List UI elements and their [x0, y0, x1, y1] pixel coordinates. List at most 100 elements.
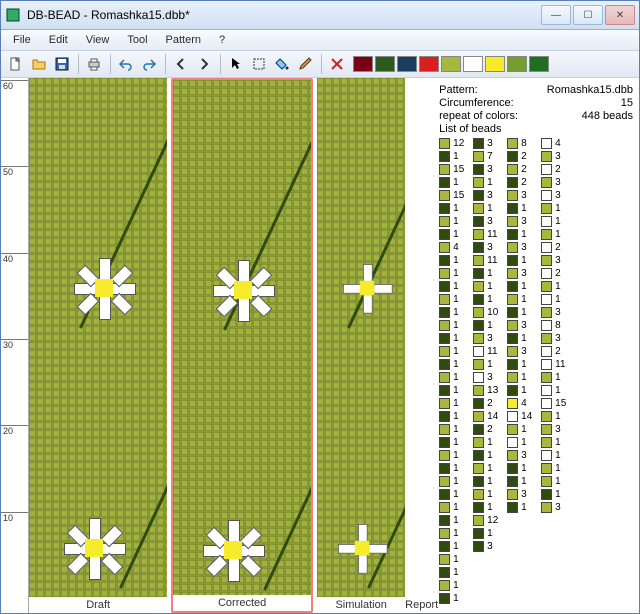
- bead-count: 2: [555, 242, 569, 253]
- bead-item: 2: [507, 176, 535, 188]
- bead-count: 1: [453, 151, 467, 162]
- bead-item: 1: [439, 397, 467, 409]
- bead-count: 1: [555, 281, 569, 292]
- repeat-value: 448 beads: [582, 110, 633, 122]
- bead-item: 3: [473, 163, 501, 175]
- new-button[interactable]: [5, 53, 27, 75]
- menubar: File Edit View Tool Pattern ?: [1, 30, 639, 51]
- bead-swatch: [541, 229, 552, 240]
- bead-col: 4323311123211383211111513111113: [541, 137, 569, 604]
- bead-count: 1: [453, 489, 467, 500]
- bead-count: 15: [453, 190, 467, 201]
- bead-count: 1: [453, 567, 467, 578]
- draft-body[interactable]: [29, 78, 167, 597]
- bead-item: 4: [507, 397, 535, 409]
- bead-swatch: [507, 281, 518, 292]
- bead-item: 1: [439, 410, 467, 422]
- bead-item: 1: [541, 488, 569, 500]
- bead-count: 1: [453, 320, 467, 331]
- delete-button[interactable]: [326, 53, 348, 75]
- bead-swatch: [473, 242, 484, 253]
- window-title: DB-BEAD - Romashka15.dbb*: [27, 8, 541, 22]
- bead-swatch: [507, 489, 518, 500]
- report-body: [405, 78, 433, 597]
- bead-item: 1: [439, 332, 467, 344]
- toolbar-sep-1: [78, 54, 79, 74]
- color-swatch-0[interactable]: [353, 56, 373, 72]
- bead-count: 1: [487, 528, 501, 539]
- bead-item: 1: [439, 254, 467, 266]
- menu-pattern[interactable]: Pattern: [158, 32, 209, 48]
- toolbar-sep-4: [220, 54, 221, 74]
- bead-count: 3: [521, 242, 535, 253]
- bead-swatch: [541, 437, 552, 448]
- bead-count: 1: [453, 411, 467, 422]
- bead-item: 1: [541, 280, 569, 292]
- bead-count: 2: [521, 177, 535, 188]
- color-swatch-7[interactable]: [507, 56, 527, 72]
- eyedropper-tool[interactable]: [294, 53, 316, 75]
- menu-view[interactable]: View: [78, 32, 118, 48]
- bead-item: 8: [507, 137, 535, 149]
- redo-button[interactable]: [138, 53, 160, 75]
- color-swatch-6[interactable]: [485, 56, 505, 72]
- bead-swatch: [507, 463, 518, 474]
- bead-swatch: [541, 203, 552, 214]
- menu-tool[interactable]: Tool: [119, 32, 155, 48]
- save-button[interactable]: [51, 53, 73, 75]
- bead-item: 1: [439, 228, 467, 240]
- bead-swatch: [439, 580, 450, 591]
- bead-item: 1: [439, 319, 467, 331]
- bead-item: 4: [541, 137, 569, 149]
- undo-button[interactable]: [115, 53, 137, 75]
- pointer-tool[interactable]: [225, 53, 247, 75]
- fill-tool[interactable]: [271, 53, 293, 75]
- bead-count: 1: [453, 307, 467, 318]
- color-swatch-1[interactable]: [375, 56, 395, 72]
- close-button[interactable]: ✕: [605, 5, 635, 25]
- bead-item: 2: [473, 397, 501, 409]
- bead-swatch: [507, 411, 518, 422]
- bead-swatch: [439, 268, 450, 279]
- arrow-left-button[interactable]: [170, 53, 192, 75]
- color-swatch-2[interactable]: [397, 56, 417, 72]
- bead-item: 2: [541, 163, 569, 175]
- bead-item: 1: [473, 293, 501, 305]
- corrected-body[interactable]: [173, 80, 311, 595]
- color-swatch-5[interactable]: [463, 56, 483, 72]
- bead-count: 1: [453, 333, 467, 344]
- menu-file[interactable]: File: [5, 32, 39, 48]
- bead-count: 13: [487, 385, 501, 396]
- bead-count: 2: [487, 398, 501, 409]
- color-swatch-3[interactable]: [419, 56, 439, 72]
- bead-count: 1: [521, 333, 535, 344]
- open-button[interactable]: [28, 53, 50, 75]
- bead-item: 8: [541, 319, 569, 331]
- color-swatch-4[interactable]: [441, 56, 461, 72]
- color-swatch-8[interactable]: [529, 56, 549, 72]
- bead-item: 1: [541, 371, 569, 383]
- simulation-body[interactable]: [317, 78, 405, 597]
- bead-item: 1: [439, 345, 467, 357]
- bead-item: 15: [541, 397, 569, 409]
- corrected-view: Corrected: [171, 78, 313, 613]
- minimize-button[interactable]: —: [541, 5, 571, 25]
- print-button[interactable]: [83, 53, 105, 75]
- bead-swatch: [507, 138, 518, 149]
- bead-count: 7: [487, 151, 501, 162]
- maximize-button[interactable]: ☐: [573, 5, 603, 25]
- bead-item: 11: [473, 345, 501, 357]
- bead-item: 1: [473, 436, 501, 448]
- select-tool[interactable]: [248, 53, 270, 75]
- arrow-right-button[interactable]: [193, 53, 215, 75]
- bead-item: 11: [541, 358, 569, 370]
- toolbar-sep-2: [110, 54, 111, 74]
- bead-count: 1: [521, 281, 535, 292]
- menu-edit[interactable]: Edit: [41, 32, 76, 48]
- bead-count: 11: [487, 255, 501, 266]
- bead-swatch: [507, 398, 518, 409]
- bead-swatch: [439, 541, 450, 552]
- bead-item: 3: [507, 215, 535, 227]
- menu-help[interactable]: ?: [211, 32, 233, 48]
- bead-count: 1: [555, 450, 569, 461]
